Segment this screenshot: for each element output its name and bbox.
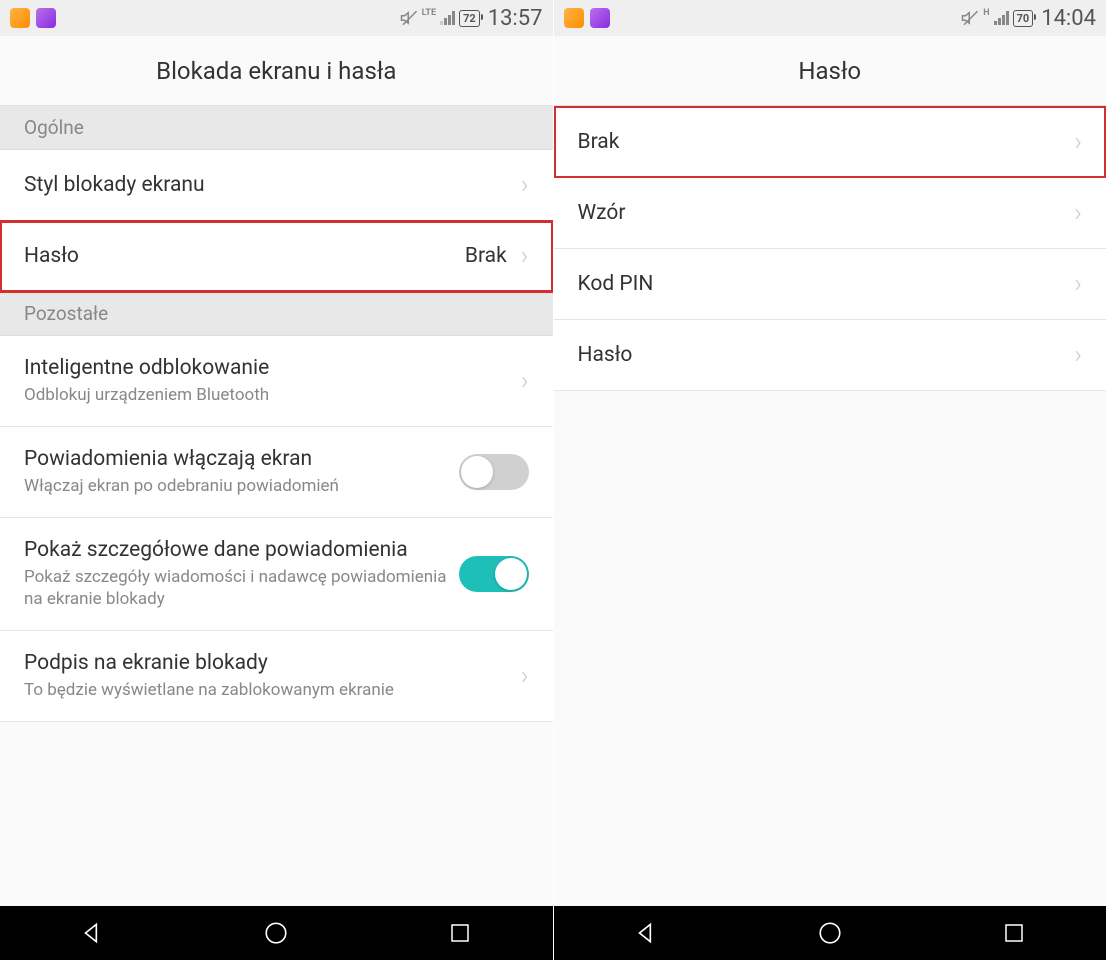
network-type: H <box>983 8 989 18</box>
row-label: Kod PIN <box>578 272 1075 296</box>
status-bar: LTE 72 13:57 <box>0 0 553 36</box>
battery-icon: 72 <box>459 10 480 27</box>
row-label: Brak <box>578 130 1075 154</box>
chevron-right-icon: › <box>1074 340 1082 370</box>
clock: 13:57 <box>488 6 543 31</box>
row-subtitle: To będzie wyświetlane na zablokowanym ek… <box>24 679 521 701</box>
row-label: Hasło <box>578 343 1075 367</box>
nav-bar <box>0 906 553 960</box>
chevron-right-icon: › <box>1074 269 1082 299</box>
row-subtitle: Pokaż szczegóły wiadomości i nadawcę pow… <box>24 566 459 610</box>
status-bar: H 70 14:04 <box>554 0 1107 36</box>
row-lock-signature[interactable]: Podpis na ekranie blokady To będzie wyśw… <box>0 631 553 722</box>
phone-left: LTE 72 13:57 Blokada ekranu i hasła Ogól… <box>0 0 554 960</box>
row-password[interactable]: Hasło Brak › <box>0 221 553 292</box>
screen-header: Blokada ekranu i hasła <box>0 36 553 106</box>
toggle-notif-detail[interactable] <box>459 556 529 592</box>
row-label: Inteligentne odblokowanie <box>24 356 521 380</box>
page-title: Blokada ekranu i hasła <box>156 57 396 85</box>
home-button[interactable] <box>800 918 860 948</box>
section-general: Ogólne <box>0 106 553 150</box>
back-button[interactable] <box>62 918 122 948</box>
row-subtitle: Włączaj ekran po odebraniu powiadomień <box>24 475 459 497</box>
content-area[interactable]: Brak › Wzór › Kod PIN › Hasło › <box>554 106 1107 906</box>
row-label: Pokaż szczegółowe dane powiadomienia <box>24 538 459 562</box>
notif-icon-1 <box>10 8 30 28</box>
chevron-right-icon: › <box>521 661 529 691</box>
chevron-right-icon: › <box>521 366 529 396</box>
row-value: Brak <box>465 244 507 268</box>
row-label: Podpis na ekranie blokady <box>24 651 521 675</box>
row-label: Powiadomienia włączają ekran <box>24 447 459 471</box>
recent-button[interactable] <box>984 918 1044 948</box>
section-other: Pozostałe <box>0 292 553 336</box>
nav-bar <box>554 906 1107 960</box>
row-label: Wzór <box>578 201 1075 225</box>
row-pin[interactable]: Kod PIN › <box>554 249 1107 320</box>
row-label: Hasło <box>24 244 465 268</box>
clock: 14:04 <box>1041 6 1096 31</box>
toggle-notif-screen[interactable] <box>459 454 529 490</box>
row-password-option[interactable]: Hasło › <box>554 320 1107 391</box>
page-title: Hasło <box>798 57 861 85</box>
home-button[interactable] <box>246 918 306 948</box>
back-button[interactable] <box>616 918 676 948</box>
row-notif-detail: Pokaż szczegółowe dane powiadomienia Pok… <box>0 518 553 631</box>
notif-icon-1 <box>564 8 584 28</box>
signal-bars-icon <box>440 11 455 25</box>
mute-icon <box>400 9 418 27</box>
phone-right: H 70 14:04 Hasło Brak › Wzór › Kod PIN ›… <box>554 0 1107 960</box>
row-smart-unlock[interactable]: Inteligentne odblokowanie Odblokuj urząd… <box>0 336 553 427</box>
row-pattern[interactable]: Wzór › <box>554 178 1107 249</box>
row-none[interactable]: Brak › <box>554 106 1107 178</box>
screen-header: Hasło <box>554 36 1107 106</box>
signal-bars-icon <box>994 11 1009 25</box>
battery-icon: 70 <box>1013 10 1034 27</box>
chevron-right-icon: › <box>521 241 529 271</box>
row-label: Styl blokady ekranu <box>24 173 521 197</box>
chevron-right-icon: › <box>1074 127 1082 157</box>
mute-icon <box>961 9 979 27</box>
content-area[interactable]: Ogólne Styl blokady ekranu › Hasło Brak … <box>0 106 553 906</box>
recent-button[interactable] <box>430 918 490 948</box>
notif-icon-2 <box>36 8 56 28</box>
chevron-right-icon: › <box>521 170 529 200</box>
network-type: LTE <box>422 8 437 18</box>
row-lock-style[interactable]: Styl blokady ekranu › <box>0 150 553 221</box>
row-subtitle: Odblokuj urządzeniem Bluetooth <box>24 384 521 406</box>
row-notif-screen: Powiadomienia włączają ekran Włączaj ekr… <box>0 427 553 518</box>
notif-icon-2 <box>590 8 610 28</box>
chevron-right-icon: › <box>1074 198 1082 228</box>
